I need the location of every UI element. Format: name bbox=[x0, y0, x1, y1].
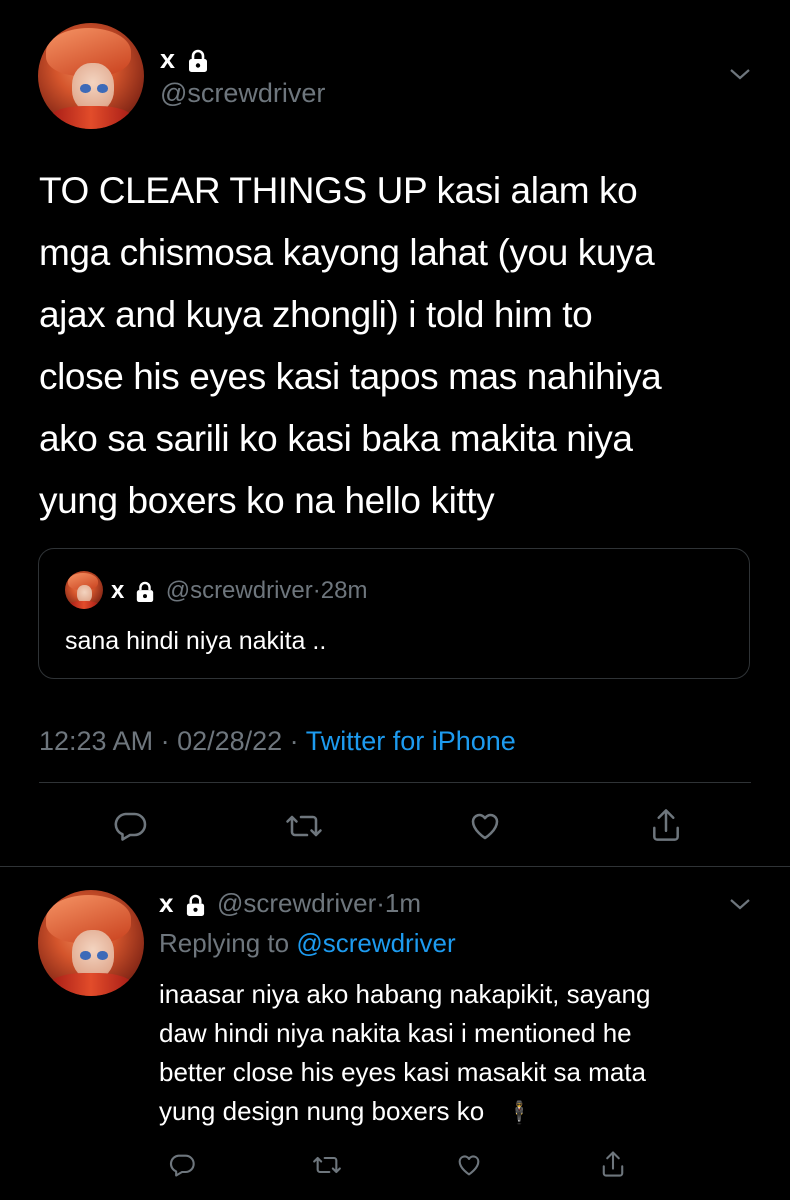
share-icon[interactable] bbox=[599, 1149, 627, 1184]
lock-icon bbox=[187, 49, 209, 73]
reply-handle[interactable]: @screwdriver bbox=[217, 888, 376, 918]
quoted-handle: @screwdriver bbox=[165, 577, 313, 604]
divider bbox=[0, 866, 790, 867]
reply-header: x @screwdriver·1m bbox=[159, 888, 422, 918]
lock-icon bbox=[135, 581, 155, 603]
source-link[interactable]: Twitter for iPhone bbox=[306, 726, 516, 756]
reply-author-name[interactable]: x bbox=[159, 888, 173, 918]
tweet-text: TO CLEAR THINGS UP kasi alam ko mga chis… bbox=[39, 170, 662, 521]
reply-icon[interactable] bbox=[112, 808, 148, 849]
chevron-down-icon[interactable] bbox=[728, 66, 752, 87]
chevron-down-icon[interactable] bbox=[728, 896, 752, 917]
reply-avatar[interactable] bbox=[38, 890, 144, 996]
emoji: 🕴 bbox=[505, 1100, 533, 1125]
quoted-avatar bbox=[65, 571, 103, 609]
like-icon[interactable] bbox=[455, 1151, 483, 1184]
author-handle[interactable]: @screwdriver bbox=[160, 78, 325, 109]
quoted-text: sana hindi niya nakita .. bbox=[65, 627, 327, 655]
reply-time: 1m bbox=[384, 888, 422, 918]
tweet-timestamp: 12:23 AM · 02/28/22 · Twitter for iPhone bbox=[39, 726, 516, 756]
replying-to-handle[interactable]: @screwdriver bbox=[296, 928, 455, 958]
replying-to: Replying to @screwdriver bbox=[159, 928, 456, 958]
author-name[interactable]: x bbox=[160, 44, 209, 75]
reply-icon[interactable] bbox=[168, 1151, 196, 1184]
share-icon[interactable] bbox=[648, 806, 684, 849]
lock-icon bbox=[185, 894, 206, 917]
retweet-icon[interactable] bbox=[311, 1151, 343, 1184]
quoted-time: 28m bbox=[320, 577, 368, 604]
divider bbox=[39, 782, 751, 783]
quoted-tweet[interactable]: x @screwdriver·28m sana hindi niya nakit… bbox=[38, 548, 750, 679]
like-icon[interactable] bbox=[467, 808, 503, 849]
retweet-icon[interactable] bbox=[284, 808, 324, 849]
reply-text: inaasar niya ako habang nakapikit, sayan… bbox=[159, 979, 651, 1126]
avatar[interactable] bbox=[38, 23, 144, 129]
quoted-author-name: x bbox=[111, 577, 125, 604]
